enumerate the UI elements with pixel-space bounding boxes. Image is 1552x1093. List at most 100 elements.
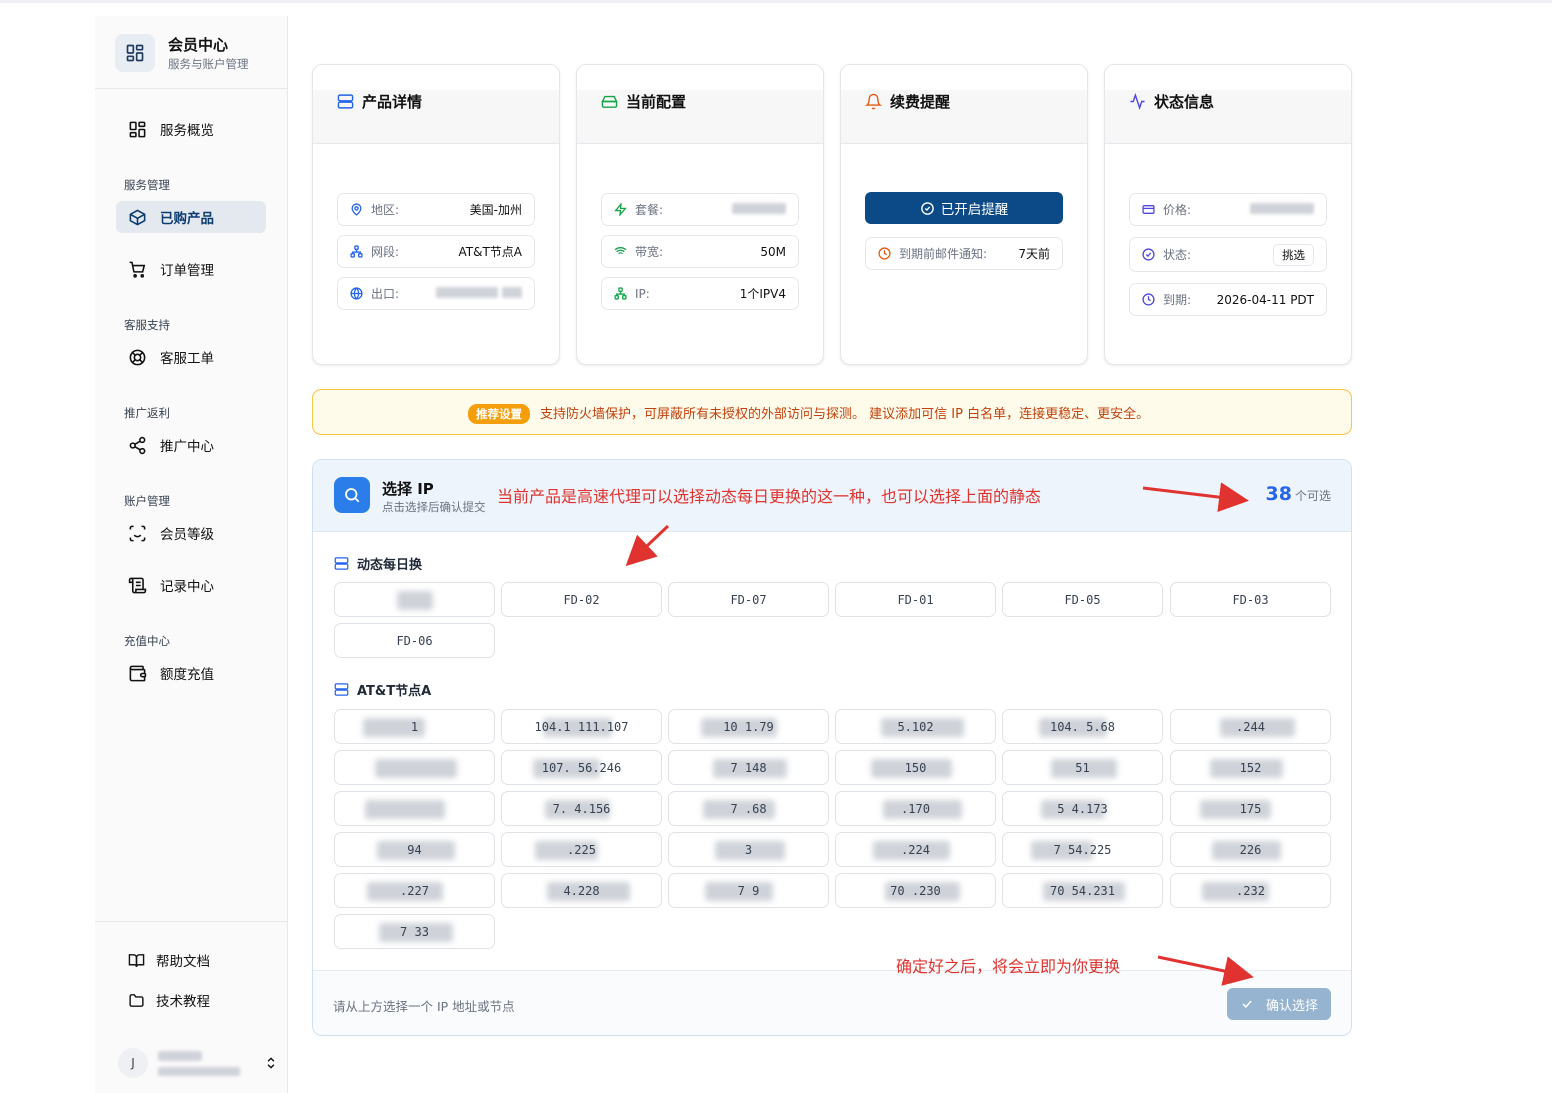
ip-option-label: 152 [1239,760,1262,775]
ip-option-button[interactable]: .224 [835,832,996,867]
ip-option-button[interactable]: 1 [334,709,495,744]
ip-option-button[interactable]: .170 [835,791,996,826]
nav-promo-center[interactable]: 推广中心 [116,429,266,461]
section-recharge: 充值中心 [124,634,170,648]
user-menu[interactable]: J [118,1046,278,1080]
price-label: 价格: [1163,203,1192,217]
ip-option-button[interactable]: 7 .68 [668,791,829,826]
status-badge: 挑选 [1273,243,1314,266]
ip-option-button[interactable]: 226 [1170,832,1331,867]
ip-panel-title: 选择 IP [382,480,434,498]
nav-orders[interactable]: 订单管理 [116,253,266,285]
segment-value: AT&T节点A [458,245,522,259]
ip-option-button[interactable]: FD-03 [1170,582,1331,617]
plan-label: 套餐: [635,203,664,217]
ip-option-label: .244 [1236,719,1265,734]
recommend-tag: 推荐设置 [468,404,530,424]
nav-records[interactable]: 记录中心 [116,569,266,601]
ip-option-label: 4.228 [563,883,600,898]
ip-option-button[interactable]: 10 1.79 [668,709,829,744]
section-service: 服务管理 [124,178,170,192]
nav-purchased-products[interactable]: 已购产品 [116,201,266,233]
region-label: 地区: [371,203,400,217]
ip-option-button[interactable]: FD-06 [334,623,495,658]
chevrons-up-down-icon [267,1057,275,1069]
ip-option-button[interactable]: 70 54.231 [1002,873,1163,908]
card-title-text: 产品详情 [362,93,423,111]
ip-option-button[interactable]: 3 [668,832,829,867]
status-info-card: 状态信息 价格: 状态: 挑选 到期: 2026-04-11 PDT [1104,64,1352,365]
nav-label: 订单管理 [160,263,214,279]
ip-option-button[interactable]: FD-01 [835,582,996,617]
ip-option-button[interactable]: 107. 56.246 [501,750,662,785]
ip-option-button[interactable]: 7 9 [668,873,829,908]
ip-option-button[interactable]: 7 33 [334,914,495,949]
section-promo: 推广返利 [124,406,170,420]
ip-option-button[interactable]: .227 [334,873,495,908]
ip-option-button[interactable]: 175 [1170,791,1331,826]
ip-option-label: 70 54.231 [1049,883,1116,898]
segment-row: 网段: AT&T节点A [337,235,535,268]
ip-option-button[interactable]: 5.102 [835,709,996,744]
ip-option-button[interactable]: 104. 5.68 [1002,709,1163,744]
ip-option-button[interactable]: 7 54.225 [1002,832,1163,867]
activity-icon [1130,93,1145,110]
ip-option-label: 226 [1239,842,1262,857]
scan-face-icon [129,525,146,541]
ip-option-button[interactable]: 94 [334,832,495,867]
ip-option-label: 150 [904,760,927,775]
ip-option-button[interactable]: 4.228 [501,873,662,908]
ip-option-label: .232 [1236,883,1265,898]
ip-option-button[interactable]: FD-02 [501,582,662,617]
avatar: J [118,1048,148,1078]
nav-member-level[interactable]: 会员等级 [116,517,266,549]
ip-option-button[interactable]: 7 148 [668,750,829,785]
ip-option-label: .227 [400,883,429,898]
server-icon [337,94,354,109]
tutorial-link[interactable]: 技术教程 [128,990,210,1010]
ip-option-button[interactable] [334,750,495,785]
ip-option-button[interactable]: 7. 4.156 [501,791,662,826]
nav-recharge[interactable]: 额度充值 [116,657,266,689]
brand[interactable]: 会员中心 服务与账户管理 [115,33,249,73]
ip-option-button[interactable]: FD-05 [1002,582,1163,617]
reminder-enabled-button[interactable]: 已开启提醒 [865,192,1063,224]
bandwidth-label: 带宽: [635,245,664,259]
group-dynamic-title: 动态每日换 [334,554,422,573]
ip-option-label: 7. 4.156 [552,801,611,816]
annotation-bottom: 确定好之后，将会立即为你更换 [896,957,1121,976]
price-value-redacted [1250,202,1314,217]
card-title-text: 状态信息 [1154,93,1215,111]
confirm-selection-button[interactable]: 确认选择 [1227,988,1331,1020]
check-circle-icon [1142,248,1155,261]
expire-row: 到期: 2026-04-11 PDT [1129,283,1327,316]
nav-tickets[interactable]: 客服工单 [116,341,266,373]
wifi-icon [614,247,627,257]
ip-option-label: 107. 56.246 [541,760,622,775]
ip-option-label: 104. 5.68 [1049,719,1116,734]
hard-drive-icon [601,95,618,108]
ip-option-button[interactable]: .232 [1170,873,1331,908]
ip-option-button[interactable]: 152 [1170,750,1331,785]
help-docs-link[interactable]: 帮助文档 [128,950,210,970]
ip-option-button[interactable]: FD-07 [668,582,829,617]
sidebar: 会员中心 服务与账户管理 服务概览 服务管理 已购产品 订单管理 客服支持 客服… [95,16,288,1093]
nav-overview[interactable]: 服务概览 [116,113,266,145]
ip-option-button[interactable]: 5 4.173 [1002,791,1163,826]
ip-option-button[interactable]: 51 [1002,750,1163,785]
credit-card-icon [1142,205,1155,214]
ip-option-button[interactable]: .244 [1170,709,1331,744]
ip-option-button[interactable] [334,582,495,617]
ip-option-button[interactable]: 104.1 111.107 [501,709,662,744]
scroll-icon [128,577,147,593]
group-att-title: AT&T节点A [334,680,431,699]
top-border [0,0,1552,3]
ip-option-button[interactable]: 150 [835,750,996,785]
ip-option-button[interactable] [334,791,495,826]
ip-option-button[interactable]: .225 [501,832,662,867]
expire-value: 2026-04-11 PDT [1216,292,1314,307]
ip-option-label: 5.102 [897,719,934,734]
ip-option-button[interactable]: 70 .230 [835,873,996,908]
cart-icon [129,261,146,278]
ip-option-label: FD-01 [897,592,934,607]
